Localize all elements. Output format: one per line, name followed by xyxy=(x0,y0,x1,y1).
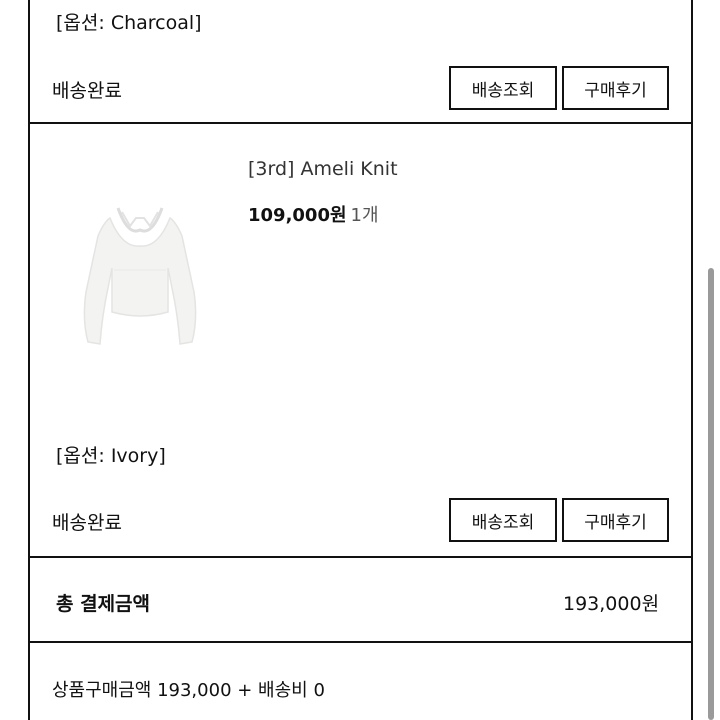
product-thumbnail[interactable] xyxy=(70,196,210,366)
write-review-button[interactable]: 구매후기 xyxy=(562,66,669,110)
delivery-status: 배송완료 xyxy=(52,512,122,534)
track-delivery-button[interactable]: 배송조회 xyxy=(449,66,557,110)
scrollbar[interactable] xyxy=(708,268,714,720)
product-price-line: 109,000원 1개 xyxy=(248,201,379,227)
product-title[interactable]: [3rd] Ameli Knit xyxy=(248,158,398,180)
payment-breakdown: 상품구매금액 193,000 + 배송비 0 xyxy=(52,680,325,701)
divider xyxy=(28,122,693,124)
product-quantity: 1개 xyxy=(350,205,379,226)
track-delivery-button[interactable]: 배송조회 xyxy=(449,498,557,542)
divider xyxy=(28,556,693,558)
option-label: [옵션: Charcoal] xyxy=(56,12,202,34)
option-label: [옵션: Ivory] xyxy=(56,445,166,467)
divider xyxy=(28,641,693,643)
delivery-status: 배송완료 xyxy=(52,80,122,102)
frame-left-border xyxy=(28,0,30,720)
total-payment-value: 193,000원 xyxy=(563,593,660,615)
write-review-button[interactable]: 구매후기 xyxy=(562,498,669,542)
total-payment-label: 총 결제금액 xyxy=(56,593,151,615)
frame-right-border xyxy=(691,0,693,720)
product-price: 109,000원 xyxy=(248,205,347,226)
